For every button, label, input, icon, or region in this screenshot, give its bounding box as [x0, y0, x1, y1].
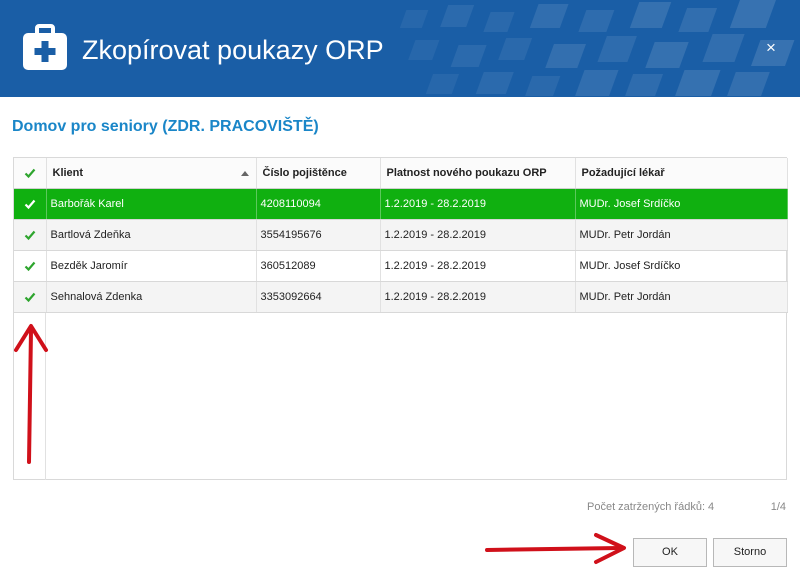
column-header-label: Klient	[52, 166, 84, 179]
cell-lekar: MUDr. Petr Jordán	[575, 219, 788, 251]
annotation-arrow-right	[485, 533, 626, 564]
cell-klient: Bartlová Zdeňka	[46, 219, 257, 251]
grid-column-divider	[45, 313, 46, 480]
dialog-header: Zkopírovat poukazy ORP ×	[0, 0, 800, 97]
section-title: Domov pro seniory (ZDR. PRACOVIŠTĚ)	[12, 118, 319, 135]
checkmark-icon	[24, 230, 36, 240]
column-header-label: Platnost nového poukazu ORP	[386, 166, 547, 179]
table-row[interactable]: Sehnalová Zdenka 3353092664 1.2.2019 - 2…	[14, 281, 788, 313]
cell-platnost: 1.2.2019 - 28.2.2019	[380, 188, 576, 220]
dialog-title: Zkopírovat poukazy ORP	[82, 35, 384, 65]
header-decoration	[399, 0, 795, 96]
column-header-label: Požadující lékař	[581, 166, 665, 179]
column-header-cislo[interactable]: Číslo pojištěnce	[256, 158, 381, 189]
clients-table: Klient Číslo pojištěnce Platnost nového …	[14, 158, 788, 313]
cell-platnost: 1.2.2019 - 28.2.2019	[380, 281, 576, 313]
close-button[interactable]: ×	[764, 39, 778, 57]
checked-rows-count: Počet zatržených řádků: 4	[587, 501, 715, 513]
cell-platnost: 1.2.2019 - 28.2.2019	[380, 250, 576, 282]
table-row[interactable]: Barbořák Karel 4208110094 1.2.2019 - 28.…	[14, 188, 788, 220]
clients-grid: Klient Číslo pojištěnce Platnost nového …	[13, 157, 788, 480]
cell-klient: Sehnalová Zdenka	[46, 281, 257, 313]
row-checkbox[interactable]	[14, 281, 47, 313]
table-header-row: Klient Číslo pojištěnce Platnost nového …	[14, 158, 788, 189]
cell-lekar: MUDr. Josef Srdíčko	[575, 250, 788, 282]
cell-klient: Barbořák Karel	[46, 188, 257, 220]
checkmark-icon	[24, 168, 36, 178]
table-row[interactable]: Bezděk Jaromír 360512089 1.2.2019 - 28.2…	[14, 250, 788, 282]
select-all-header[interactable]	[14, 158, 47, 189]
cell-cislo: 3353092664	[256, 281, 381, 313]
ok-button[interactable]: OK	[633, 538, 707, 567]
cell-klient: Bezděk Jaromír	[46, 250, 257, 282]
first-aid-kit-icon	[23, 24, 67, 70]
cell-lekar: MUDr. Josef Srdíčko	[575, 188, 788, 220]
cancel-button[interactable]: Storno	[713, 538, 787, 567]
cell-cislo: 360512089	[256, 250, 381, 282]
page-indicator: 1/4	[770, 501, 786, 513]
column-header-lekar[interactable]: Požadující lékař	[575, 158, 788, 189]
sort-ascending-icon[interactable]	[240, 171, 249, 176]
cell-cislo: 3554195676	[256, 219, 381, 251]
table-row[interactable]: Bartlová Zdeňka 3554195676 1.2.2019 - 28…	[14, 219, 788, 251]
cell-platnost: 1.2.2019 - 28.2.2019	[380, 219, 576, 251]
cell-cislo: 4208110094	[256, 188, 381, 220]
checkmark-icon	[24, 261, 36, 271]
row-checkbox[interactable]	[14, 250, 47, 282]
column-header-klient[interactable]: Klient	[46, 158, 257, 189]
row-checkbox[interactable]	[14, 219, 47, 251]
cell-lekar: MUDr. Petr Jordán	[575, 281, 788, 313]
column-header-platnost[interactable]: Platnost nového poukazu ORP	[380, 158, 576, 189]
checkmark-icon	[24, 199, 36, 209]
column-header-label: Číslo pojištěnce	[262, 166, 347, 179]
row-checkbox[interactable]	[14, 188, 47, 220]
checkmark-icon	[24, 292, 36, 302]
